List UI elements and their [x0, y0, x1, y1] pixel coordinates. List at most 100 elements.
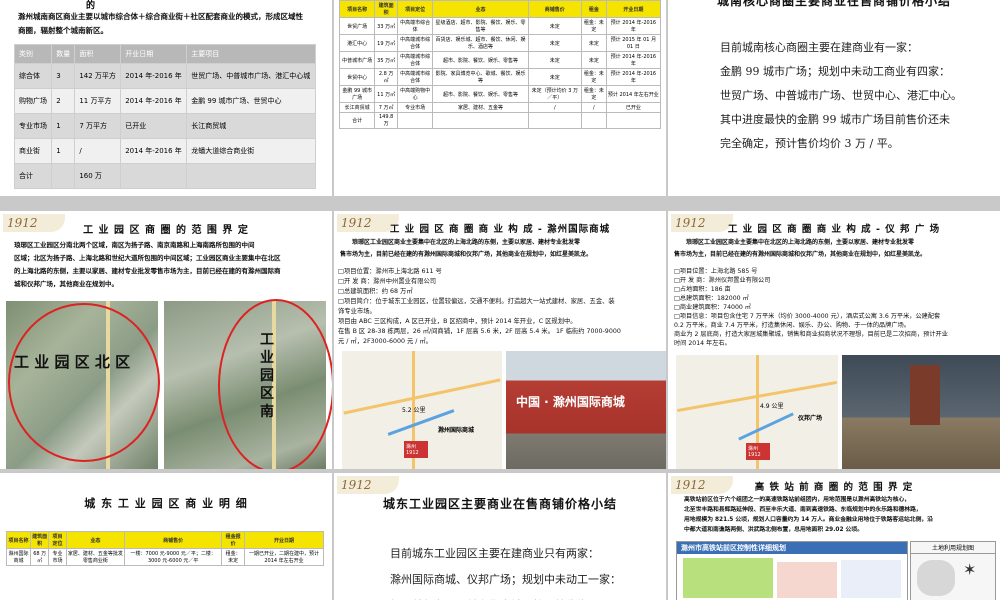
info-item: □项目位置：滁州市上海北路 611 号 — [338, 268, 442, 275]
table-row: 商业街 1/2014 年-2016 年龙蟠大道综合商业街 — [13, 138, 316, 164]
table-cell: 未定 — [580, 51, 607, 69]
table-cell: 7 万平方 — [74, 113, 122, 139]
table-cell: 2014 年-2016 年 — [120, 138, 188, 164]
slide-5-items: □项目位置：滁州市上海北路 611 号 □开 发 商：滁州中州置业有限公司 □总建筑… — [338, 267, 662, 347]
body-line: 世贸广场、中普城市广场、世贸中心、港汇中心。 — [720, 89, 962, 102]
slide-8-body: 目前城东工业园区主要在建商业只有两家： 滁州国际商城、仪邦广场；规划中未动工一家：… — [390, 541, 666, 600]
column-header: 开业日期 — [120, 44, 188, 64]
table-cell — [527, 112, 582, 129]
north-zone-label: 工 业 园 区 北 区 — [14, 353, 131, 371]
slide-7[interactable]: 城 东 工 业 园 区 商 业 明 细 项目名称 建筑面积 项目定位 业态 商铺售价 租金… — [0, 473, 332, 600]
table-cell: / — [580, 102, 607, 113]
table-row: 滁州国际商城 68 万㎡ 专业市场 家居、建材、五金等批发零售商业街 一楼：7000 元… — [5, 548, 324, 566]
distance-label: 5.2 公里 — [402, 407, 426, 414]
slide-6-intro-2: 售市场为主，目前已经在建的有滁州国际商城和仪邦广场，其他商业在规划中，如红星美凯… — [674, 251, 927, 258]
place-label: 仪邦广场 — [798, 415, 823, 422]
table-cell: 未定 — [527, 17, 582, 35]
body-line: 目前城南核心商圈主要在建商业有一家： — [720, 41, 918, 54]
table-cell: 一楼：7000 元-9000 元／平；二楼：3000 元-6000 元／平 — [123, 548, 223, 566]
table-cell: 世贸广场、中普城市广场、港汇中心城 — [186, 63, 316, 89]
slide-4[interactable]: 1912 工 业 园 区 商 圈 的 范 围 界 定 琅琊区工业园区分南北两个区… — [0, 211, 332, 469]
slide-2[interactable]: 项目名称 建筑面积 项目定位 业态 商铺售价 租金 开业日期 世贸广场 33 万㎡ 中高端市综合… — [334, 0, 666, 196]
column-header: 租金报价 — [221, 531, 246, 549]
table-cell: 超市、影院、餐饮、娱乐、零售等 — [432, 51, 529, 69]
table-row: 综合体 3 142 万平方 2014 年-2016 年世贸广场、中普城市广场、港汇中心… — [13, 63, 316, 89]
table-cell: 合计 — [338, 112, 376, 129]
table-cell: 合计 — [13, 163, 53, 189]
slide-5[interactable]: 1912 工 业 园 区 商 圈 商 业 构 成 - 滁州国际商城 琅琊区工业园… — [334, 211, 666, 469]
table-cell: / — [74, 138, 122, 164]
table-cell: 19 万㎡ — [374, 34, 398, 52]
table-cell: 专业市场 — [396, 102, 434, 113]
table-cell: 租金：未定 — [580, 17, 607, 35]
slide-6[interactable]: 1912 工 业 园 区 商 圈 商 业 构 成 - 仪 邦 广 场 琅琊区工业… — [668, 211, 1000, 469]
table-cell: 中高端城市综合体 — [396, 34, 434, 52]
slide-6-title: 工 业 园 区 商 圈 商 业 构 成 - 仪 邦 广 场 — [727, 224, 941, 235]
slide-4-body: 琅琊区工业园区分南北两个区域，南区为扬子路、南京南路和上海南路所包围的中间 区域；… — [14, 239, 324, 291]
table-cell: 租金：未定 — [221, 548, 246, 566]
table-cell: 未定 — [527, 68, 582, 86]
south-zone-label: 工业园区南 — [260, 332, 274, 420]
table-cell: 68 万㎡ — [30, 548, 50, 566]
table-row: 中普城市广场 35 万㎡ 中高端城市综合体 超市、影院、餐饮、娱乐、零售等 未定 未定 预计… — [338, 51, 662, 69]
info-item: □开 发 商：滁州中州置业有限公司 — [338, 278, 437, 285]
slide-8-title: 城东工业园区主要商业在售商铺价格小结 — [382, 497, 617, 511]
slide-7-title: 城 东 工 业 园 区 商 业 明 细 — [84, 497, 248, 510]
slide-5-intro-2: 售市场为主，目前已经在建的有滁州国际商城和仪邦广场，其他商业在规划中，如红星美凯… — [340, 251, 593, 258]
body-line: 金鹏 99 城市广场；规划中未动工商业有四家： — [720, 65, 950, 78]
table-cell: 商业街 — [13, 138, 53, 164]
column-header: 建筑面积 — [374, 0, 398, 18]
locator-map — [917, 560, 955, 596]
table-cell — [120, 163, 188, 189]
slide-5-title: 工 业 园 区 商 圈 商 业 构 成 - 滁州国际商城 — [389, 224, 611, 235]
column-header: 面积 — [74, 44, 122, 64]
column-header: 建筑面积 — [30, 531, 50, 549]
table-cell: 超市、影院、餐饮、娱乐、零售等 — [432, 85, 529, 103]
north-zone-circle — [8, 303, 160, 462]
table-cell: 160 万 — [74, 163, 122, 189]
table-cell: 未定 — [580, 34, 607, 52]
info-item: □项目信息：项目包含住宅 7 万平米（均价 3000-4000 元），酒店式公寓… — [674, 313, 941, 320]
table-cell: 世贸中心 — [338, 68, 376, 86]
table-cell: 7 万㎡ — [374, 102, 398, 113]
table-row: 合计 149.8 万 — [338, 112, 662, 129]
table-cell: 1 — [51, 138, 76, 164]
table-cell: 滁州国际商城 — [5, 548, 32, 566]
slide-8[interactable]: 1912 城东工业园区主要商业在售商铺价格小结 目前城东工业园区主要在建商业只有… — [334, 473, 666, 600]
slide-3[interactable]: 城南核心商圈主要商业在售商铺价格小结 目前城南核心商圈主要在建商业有一家： 金鹏 … — [668, 0, 1000, 196]
slide-1[interactable]: 的 滁州城南商区商业主要以城市综合体＋综合商业街＋社区配套商业的模式，形成区域性… — [0, 0, 332, 196]
table-row: 港汇中心 19 万㎡ 中高端城市综合体 百货店、娱乐城、超市、餐饮、休闲、娱乐、酒店等… — [338, 34, 662, 52]
table-cell — [186, 163, 316, 189]
table-cell: 世贸广场 — [338, 17, 376, 35]
body-line: 完全确定，预计售价均价 3 万 / 平。 — [720, 137, 899, 150]
column-header: 项目名称 — [5, 531, 32, 549]
logo-1912: 1912 — [337, 476, 399, 494]
slide-9[interactable]: 1912 高 铁 站 前 商 圈 的 范 围 界 定 高铁站前区位于六个组团之一… — [668, 473, 1000, 600]
info-item: □项目简介：位于城东工业园区，位置较偏远，交通不便利。打造超大一站式建材、家居、… — [338, 298, 615, 305]
table-cell: 长江商贸城 — [186, 113, 316, 139]
table-cell: 星级酒店、超市、影院、餐饮、娱乐、零售等 — [432, 17, 529, 35]
table-cell: 百货店、娱乐城、超市、餐饮、休闲、娱乐、酒店等 — [432, 34, 529, 52]
tower — [910, 365, 940, 425]
location-map: 5.2 公里 滁州国际商城 滁州 1912 — [342, 351, 502, 469]
column-header: 项目定位 — [396, 0, 434, 18]
table-row: 世贸中心 2.8 万㎡ 中高端城市综合体 影院、家具博览中心、歌城、餐饮、娱乐等 未定租… — [338, 68, 662, 86]
compass-icon: ✶ — [963, 560, 977, 579]
table-cell: 一期已开业，二期在建中，预计 2014 年左右开业 — [244, 548, 324, 566]
building-photo: 中国 · 滁州国际商城 — [506, 351, 666, 469]
table-cell: 长江商贸城 — [338, 102, 376, 113]
table-cell: 租金：未定 — [580, 68, 607, 86]
plan-map-title: 滁州市高铁站前区控制性详细规划 — [677, 542, 907, 554]
building-photo — [842, 355, 1000, 469]
table-cell: 35 万㎡ — [374, 51, 398, 69]
table-cell — [605, 112, 662, 129]
body-line: 中都大道和南谯路两侧、洪武路北侧布置，总用地面积 29.02 公顷。 — [684, 527, 863, 533]
column-header: 业态 — [65, 531, 125, 549]
table-cell: 家居、建材、五金等批发零售商业街 — [65, 548, 125, 566]
table-cell: 专业市场 — [13, 113, 53, 139]
table-cell: 已开业 — [120, 113, 188, 139]
plan-map: 滁州市高铁站前区控制性详细规划 — [676, 541, 908, 600]
commercial-summary-table: 类别 数量 面积 开业日期 主要项目 综合体 3 142 万平方 2014 年-2016 年世… — [13, 44, 316, 189]
table-cell: 2 — [51, 88, 76, 114]
info-item: □占地面积：186 亩 — [674, 286, 731, 293]
